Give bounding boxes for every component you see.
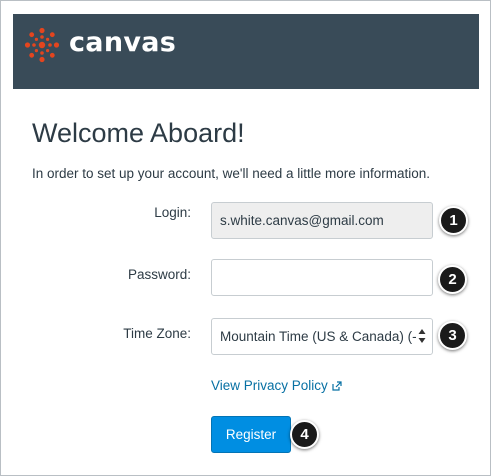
callout-badge-3: 3 — [438, 321, 467, 350]
password-input[interactable] — [211, 259, 433, 296]
app-header: canvas — [13, 14, 479, 89]
callout-badge-2: 2 — [438, 265, 467, 294]
canvas-logo-icon — [24, 27, 60, 63]
privacy-policy-link[interactable]: View Privacy Policy — [211, 377, 342, 395]
callout-badge-1: 1 — [439, 206, 468, 235]
window-frame: canvas Welcome Aboard! In order to set u… — [0, 0, 491, 476]
register-button[interactable]: Register — [211, 416, 291, 453]
timezone-select[interactable]: Mountain Time (US & Canada) (- — [211, 318, 433, 355]
logo-wordmark: canvas — [69, 27, 177, 58]
privacy-policy-link-label: View Privacy Policy — [211, 378, 328, 393]
external-link-icon — [332, 381, 342, 391]
select-arrows-icon — [418, 329, 426, 343]
timezone-selected-value: Mountain Time (US & Canada) (- — [220, 329, 417, 344]
intro-text: In order to set up your account, we'll n… — [32, 166, 431, 181]
callout-badge-4: 4 — [290, 420, 319, 449]
password-label: Password: — [127, 267, 191, 282]
timezone-label: Time Zone: — [123, 326, 191, 341]
login-label: Login: — [154, 205, 191, 220]
login-field: s.white.canvas@gmail.com — [211, 202, 433, 239]
page-title: Welcome Aboard! — [32, 118, 245, 148]
